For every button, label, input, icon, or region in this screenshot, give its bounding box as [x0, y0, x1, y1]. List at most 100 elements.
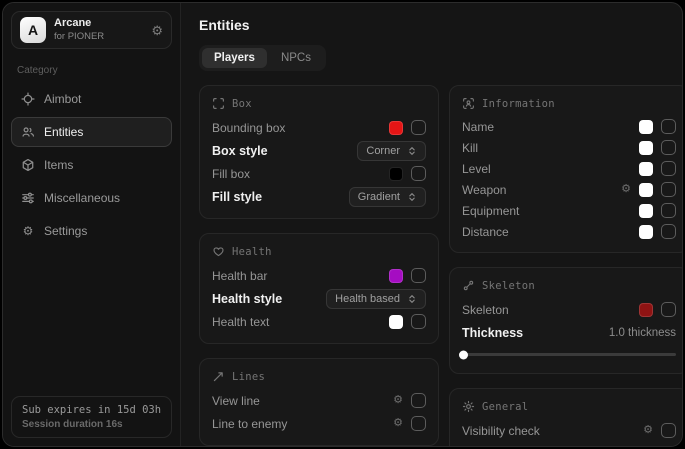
color-swatch[interactable]	[639, 204, 653, 218]
color-swatch[interactable]	[639, 120, 653, 134]
card-title: General	[482, 401, 528, 413]
app-logo: A	[20, 17, 46, 43]
setting-row: Equipment	[462, 200, 676, 221]
color-swatch[interactable]	[389, 269, 403, 283]
sidebar-item-miscellaneous[interactable]: Miscellaneous	[11, 183, 172, 213]
setting-label: Fill box	[212, 167, 250, 181]
setting-label: Fill style	[212, 190, 262, 204]
card-title: Health	[232, 246, 272, 258]
gear-icon[interactable]: ⚙	[393, 418, 403, 429]
slider-thumb[interactable]	[459, 350, 468, 359]
checkbox[interactable]	[411, 166, 426, 181]
setting-row: Name	[462, 116, 676, 137]
setting-row: Distance	[462, 221, 676, 242]
sidebar-item-label: Items	[44, 158, 73, 172]
sliders-icon	[21, 191, 35, 205]
color-swatch[interactable]	[389, 315, 403, 329]
card-title: Skeleton	[482, 280, 535, 292]
color-swatch[interactable]	[639, 183, 653, 197]
thickness-slider[interactable]	[462, 349, 676, 360]
color-swatch[interactable]	[389, 121, 403, 135]
setting-row: Weapon ⚙	[462, 179, 676, 200]
checkbox[interactable]	[661, 423, 676, 438]
diagonal-line-icon	[212, 370, 225, 383]
sidebar-item-label: Settings	[44, 224, 87, 238]
users-icon	[21, 125, 35, 139]
setting-label: Visibility check	[462, 424, 540, 438]
sidebar: A Arcane for PIONER ⚙ Category Aimbot En…	[3, 3, 181, 446]
setting-label: Weapon	[462, 183, 506, 197]
checkbox[interactable]	[661, 224, 676, 239]
crosshair-icon	[21, 92, 35, 106]
fill-style-dropdown[interactable]: Gradient	[349, 187, 426, 207]
checkbox[interactable]	[661, 140, 676, 155]
app-window: A Arcane for PIONER ⚙ Category Aimbot En…	[2, 2, 683, 447]
checkbox[interactable]	[411, 120, 426, 135]
checkbox[interactable]	[661, 161, 676, 176]
color-swatch[interactable]	[639, 225, 653, 239]
health-card: Health Health bar Health style Health ba…	[199, 233, 439, 344]
health-style-dropdown[interactable]: Health based	[326, 289, 426, 309]
sidebar-item-label: Aimbot	[44, 92, 81, 106]
setting-label: Health text	[212, 315, 269, 329]
setting-row: Health bar	[212, 264, 426, 287]
lines-card: Lines View line ⚙ Line to enemy ⚙	[199, 358, 439, 446]
page-title: Entities	[199, 17, 672, 33]
gear-icon[interactable]: ⚙	[621, 184, 631, 195]
checkbox[interactable]	[661, 119, 676, 134]
scan-person-icon	[462, 97, 475, 110]
category-label: Category	[17, 65, 166, 76]
checkbox[interactable]	[661, 302, 676, 317]
tab-players[interactable]: Players	[202, 48, 267, 68]
setting-label: Level	[462, 162, 491, 176]
gear-icon: ⚙	[21, 224, 35, 238]
setting-row: Line to enemy ⚙	[212, 412, 426, 435]
checkbox[interactable]	[411, 268, 426, 283]
setting-label: Thickness	[462, 326, 523, 340]
sidebar-item-label: Miscellaneous	[44, 191, 120, 205]
color-swatch[interactable]	[639, 162, 653, 176]
sidebar-item-items[interactable]: Items	[11, 150, 172, 180]
setting-row: Max distance 500m	[462, 442, 676, 446]
checkbox[interactable]	[411, 393, 426, 408]
gear-icon[interactable]: ⚙	[151, 24, 163, 37]
box-card: Box Bounding box Box style Corner	[199, 85, 439, 219]
gear-icon[interactable]: ⚙	[643, 425, 653, 436]
setting-row: Level	[462, 158, 676, 179]
subscription-card: Sub expires in 15d 03h Session duration …	[11, 396, 172, 438]
checkbox[interactable]	[411, 416, 426, 431]
checkbox[interactable]	[661, 203, 676, 218]
checkbox[interactable]	[661, 182, 676, 197]
chevron-up-down-icon	[407, 146, 417, 156]
sun-icon	[462, 400, 475, 413]
sidebar-item-settings[interactable]: ⚙ Settings	[11, 216, 172, 246]
setting-row: Visibility check ⚙	[462, 419, 676, 442]
tab-npcs[interactable]: NPCs	[269, 48, 323, 68]
box-style-dropdown[interactable]: Corner	[357, 141, 426, 161]
cube-icon	[21, 158, 35, 172]
chevron-up-down-icon	[407, 192, 417, 202]
gear-icon[interactable]: ⚙	[393, 395, 403, 406]
setting-label: Health bar	[212, 269, 267, 283]
general-card: General Visibility check ⚙ Max distance …	[449, 388, 682, 446]
sidebar-item-aimbot[interactable]: Aimbot	[11, 84, 172, 114]
card-title: Box	[232, 98, 252, 110]
setting-row: Skeleton	[462, 298, 676, 321]
setting-row: Bounding box	[212, 116, 426, 139]
skeleton-card: Skeleton Skeleton Thickness 1.0 thicknes…	[449, 267, 682, 374]
session-duration-text: Session duration 16s	[22, 419, 161, 430]
color-swatch[interactable]	[639, 303, 653, 317]
sidebar-item-entities[interactable]: Entities	[11, 117, 172, 147]
card-title: Lines	[232, 371, 265, 383]
setting-row: Health style Health based	[212, 287, 426, 310]
color-swatch[interactable]	[389, 167, 403, 181]
setting-label: Name	[462, 120, 494, 134]
setting-label: Distance	[462, 225, 509, 239]
color-swatch[interactable]	[639, 141, 653, 155]
tab-bar: Players NPCs	[199, 45, 326, 71]
checkbox[interactable]	[411, 314, 426, 329]
health-icon	[212, 245, 225, 258]
setting-row: Fill style Gradient	[212, 185, 426, 208]
setting-label: Box style	[212, 144, 268, 158]
setting-row: Kill	[462, 137, 676, 158]
